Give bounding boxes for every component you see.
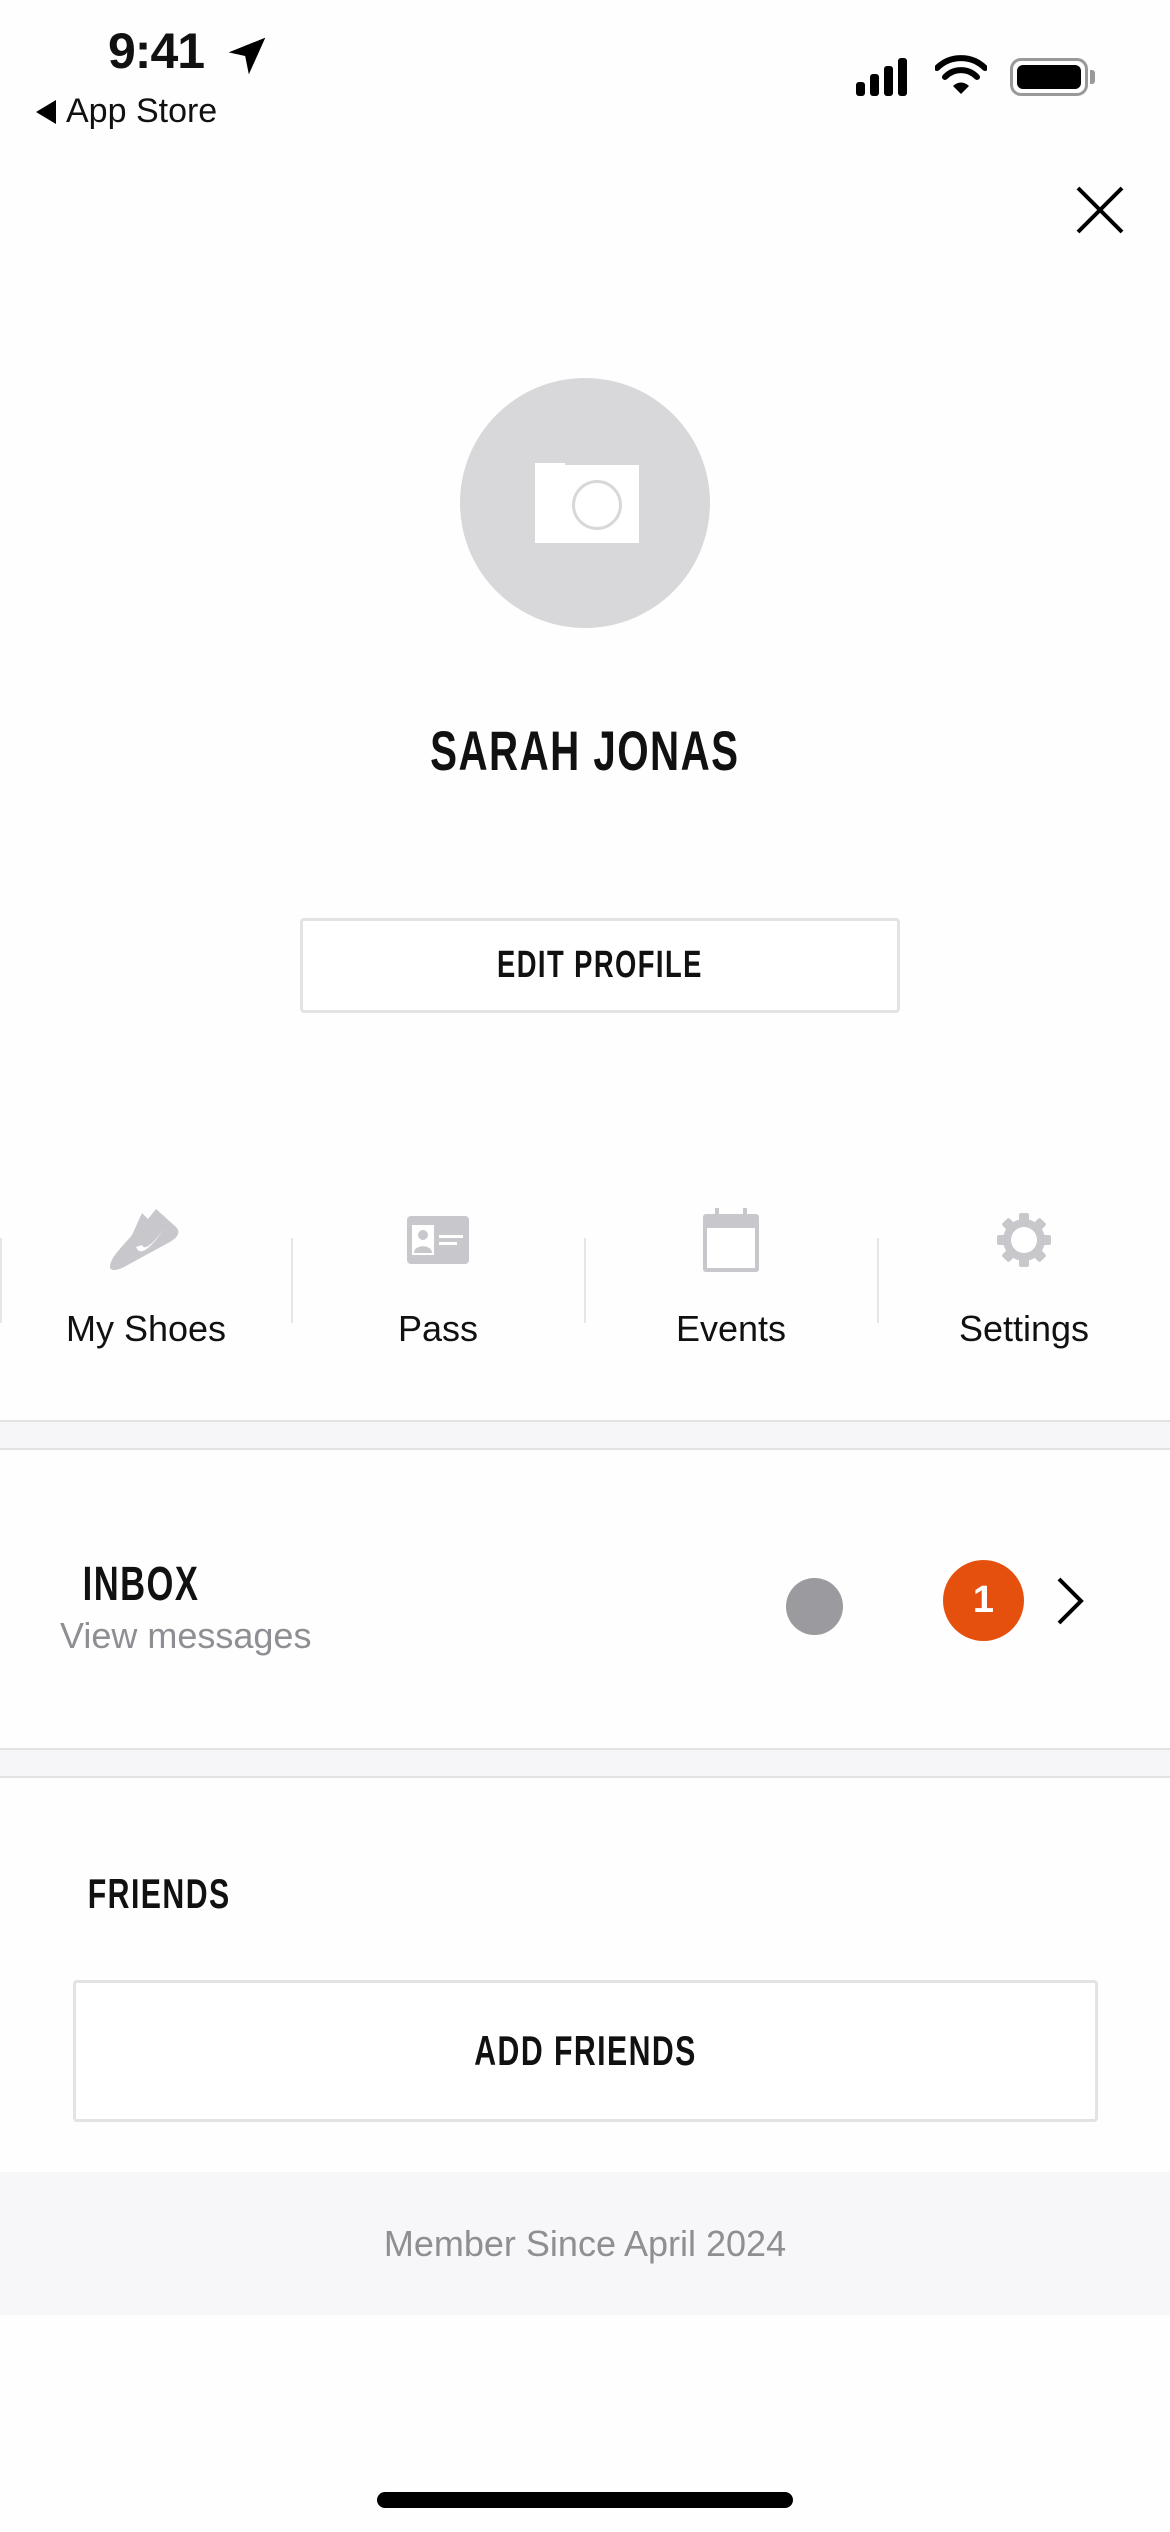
status-dot	[786, 1578, 843, 1635]
shortcut-label: Pass	[397, 1308, 479, 1349]
back-to-app-store[interactable]: App Store	[36, 92, 217, 131]
chevron-right-icon[interactable]	[1055, 1575, 1085, 1627]
add-friends-button[interactable]: ADD FRIENDS	[73, 1980, 1098, 2122]
member-since-footer: Member Since April 2024	[0, 2172, 1170, 2315]
section-separator	[0, 1748, 1170, 1778]
camera-lens	[572, 480, 622, 530]
back-label: App Store	[66, 92, 218, 130]
edit-profile-button[interactable]: EDIT PROFILE	[300, 918, 900, 1013]
battery-tip	[1090, 70, 1095, 84]
wifi-icon	[935, 55, 987, 94]
shortcut-label: Events	[675, 1308, 787, 1349]
inbox-title: INBOX	[82, 1558, 200, 1611]
shortcut-label: My Shoes	[65, 1308, 227, 1349]
shortcut-settings[interactable]: Settings	[878, 1190, 1170, 1350]
status-time: 9:41	[108, 23, 205, 79]
cellular-signal-icon	[856, 56, 907, 96]
shoe-icon	[110, 1209, 179, 1270]
shortcut-my-shoes[interactable]: My Shoes	[0, 1190, 292, 1350]
member-since-text: Member Since April 2024	[383, 2222, 787, 2264]
shortcut-label: Settings	[958, 1308, 1090, 1349]
shortcuts-row: My Shoes Pass Events Settings	[0, 1190, 1170, 1350]
id-card-icon	[407, 1216, 469, 1264]
home-indicator[interactable]	[377, 2492, 793, 2508]
shortcut-events[interactable]: Events	[585, 1190, 877, 1350]
back-triangle-icon	[36, 99, 56, 124]
close-icon[interactable]	[1070, 180, 1130, 240]
unread-badge: 1	[943, 1560, 1024, 1641]
shortcut-pass[interactable]: Pass	[292, 1190, 584, 1350]
battery-icon	[1010, 58, 1088, 96]
location-arrow-icon	[228, 37, 266, 75]
section-separator	[0, 1420, 1170, 1450]
calendar-icon	[703, 1208, 759, 1272]
profile-name: SARAH JONAS	[430, 719, 740, 782]
friends-title: FRIENDS	[87, 1870, 231, 1917]
inbox-subtitle: View messages	[60, 1615, 312, 1656]
gear-icon	[997, 1213, 1051, 1267]
